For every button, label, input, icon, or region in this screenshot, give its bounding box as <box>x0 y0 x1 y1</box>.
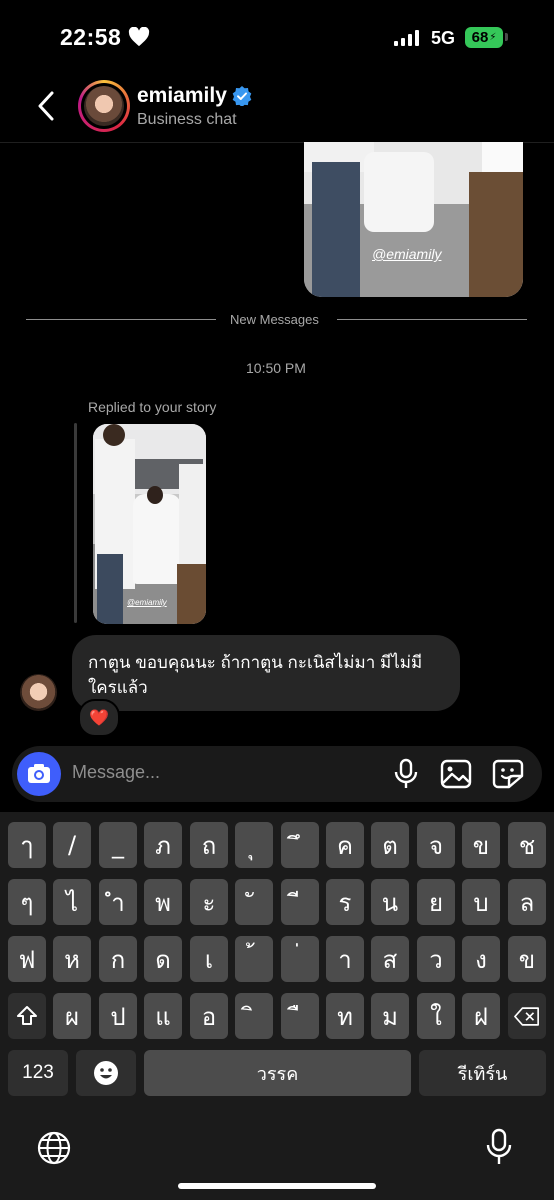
backspace-icon <box>514 1006 539 1026</box>
camera-button[interactable] <box>17 752 61 796</box>
story-thumbnail[interactable]: @emiamily <box>93 424 206 624</box>
key[interactable]: ะ <box>190 879 228 925</box>
story-mention-tag: @emiamily <box>372 246 442 262</box>
battery-indicator: 68 ⚡ <box>465 27 503 48</box>
key[interactable]: ค <box>326 822 364 868</box>
story-image-preview[interactable]: @emiamily <box>304 142 523 297</box>
key[interactable]: ช <box>508 822 546 868</box>
globe-icon[interactable] <box>36 1130 72 1166</box>
heart-icon <box>128 27 150 47</box>
key[interactable]: ฟ <box>8 936 46 982</box>
message-timestamp: 10:50 PM <box>246 360 306 376</box>
numbers-key[interactable]: 123 <box>8 1050 68 1096</box>
sticker-icon[interactable] <box>492 759 524 789</box>
home-indicator[interactable] <box>178 1183 376 1189</box>
divider-line-right <box>337 319 527 320</box>
network-label: 5G <box>431 28 456 48</box>
key[interactable]: ย <box>417 879 455 925</box>
key[interactable]: ั <box>235 879 273 925</box>
key[interactable]: บ <box>462 879 500 925</box>
key[interactable]: จ <box>417 822 455 868</box>
new-messages-label: New Messages <box>230 312 319 327</box>
key[interactable]: / <box>53 822 91 868</box>
key[interactable]: ุ <box>235 822 273 868</box>
key[interactable]: ื <box>281 993 319 1039</box>
key[interactable]: ่ <box>281 936 319 982</box>
shift-icon <box>17 1006 37 1025</box>
chat-type-subtitle: Business chat <box>137 111 237 128</box>
emoji-icon <box>94 1061 118 1085</box>
key[interactable]: ต <box>371 822 409 868</box>
replied-to-story-label: Replied to your story <box>88 399 217 415</box>
return-key[interactable]: รีเทิร์น <box>419 1050 546 1096</box>
key[interactable]: า <box>326 936 364 982</box>
key[interactable]: ท <box>326 993 364 1039</box>
charging-icon: ⚡ <box>489 32 497 43</box>
message-input[interactable]: Message... <box>72 762 160 783</box>
key[interactable]: ส <box>371 936 409 982</box>
divider-line-left <box>26 319 216 320</box>
key[interactable]: แ <box>144 993 182 1039</box>
key[interactable]: ด <box>144 936 182 982</box>
reply-indicator-bar <box>74 423 77 623</box>
space-key[interactable]: วรรค <box>144 1050 411 1096</box>
key[interactable]: ข <box>508 936 546 982</box>
key[interactable]: ป <box>99 993 137 1039</box>
key[interactable]: ว <box>417 936 455 982</box>
key[interactable]: อ <box>190 993 228 1039</box>
key[interactable]: ง <box>462 936 500 982</box>
story-thumb-tag: @emiamily <box>127 598 167 607</box>
sender-avatar[interactable] <box>20 674 57 711</box>
shift-key[interactable] <box>8 993 46 1039</box>
key[interactable]: ำ <box>99 879 137 925</box>
key[interactable]: ร <box>326 879 364 925</box>
key[interactable]: ถ <box>190 822 228 868</box>
emoji-key[interactable] <box>76 1050 136 1096</box>
signal-icon <box>394 30 419 46</box>
camera-icon <box>28 764 50 783</box>
battery-tip <box>505 33 508 41</box>
keyboard: ๅ / _ ภ ถ ุ ึ ค ต จ ข ช ๆ ไ ำ พ ะ ั ี ร … <box>0 812 554 1200</box>
key[interactable]: เ <box>190 936 228 982</box>
key[interactable]: ้ <box>235 936 273 982</box>
key[interactable]: ึ <box>281 822 319 868</box>
key[interactable]: พ <box>144 879 182 925</box>
key[interactable]: ล <box>508 879 546 925</box>
key[interactable]: ฝ <box>462 993 500 1039</box>
key[interactable]: ผ <box>53 993 91 1039</box>
microphone-icon[interactable] <box>393 758 419 790</box>
key[interactable]: ห <box>53 936 91 982</box>
key[interactable]: ิ <box>235 993 273 1039</box>
battery-level: 68 <box>471 29 489 46</box>
heart-reaction[interactable]: ❤️ <box>78 699 120 737</box>
verified-badge-icon <box>232 86 252 106</box>
message-text: กาตูน ขอบคุณนะ ถ้ากาตูน กะเนิสไม่มา มีไม… <box>88 653 423 697</box>
key[interactable]: ภ <box>144 822 182 868</box>
key[interactable]: ี <box>281 879 319 925</box>
key[interactable]: _ <box>99 822 137 868</box>
dictation-mic-icon[interactable] <box>485 1128 513 1166</box>
username[interactable]: emiamily <box>137 84 227 108</box>
back-arrow-icon[interactable] <box>34 90 60 122</box>
key[interactable]: ข <box>462 822 500 868</box>
status-time: 22:58 <box>60 24 122 50</box>
delete-key[interactable] <box>508 993 546 1039</box>
key[interactable]: ใ <box>417 993 455 1039</box>
key[interactable]: ไ <box>53 879 91 925</box>
key[interactable]: ก <box>99 936 137 982</box>
gallery-icon[interactable] <box>440 759 472 789</box>
key[interactable]: ๅ <box>8 822 46 868</box>
key[interactable]: ๆ <box>8 879 46 925</box>
avatar[interactable] <box>84 86 124 126</box>
key[interactable]: น <box>371 879 409 925</box>
key[interactable]: ม <box>371 993 409 1039</box>
